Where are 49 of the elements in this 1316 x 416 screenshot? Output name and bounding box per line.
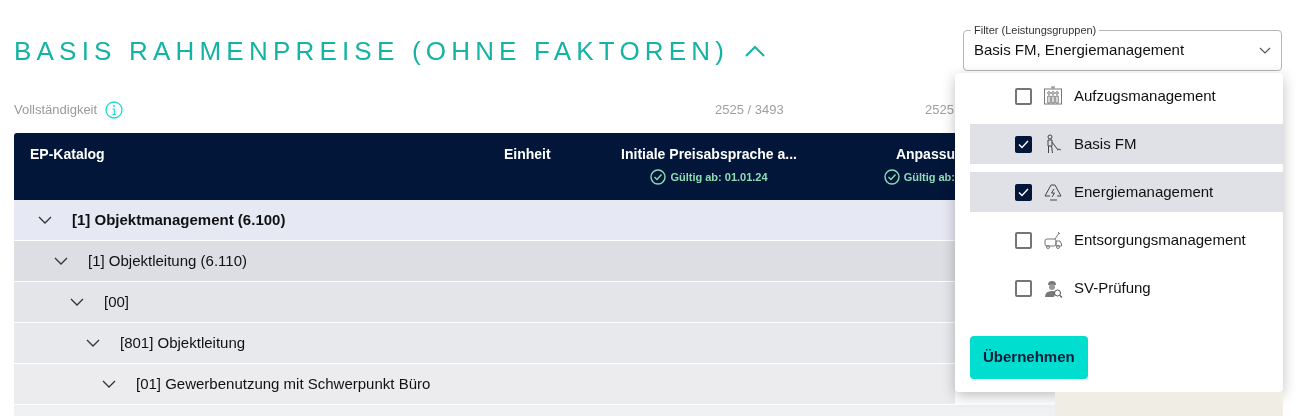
apply-button[interactable]: Übernehmen — [970, 336, 1088, 379]
checkbox[interactable] — [1015, 231, 1032, 249]
column-header[interactable]: Initiale Preisabsprache a... — [621, 145, 797, 163]
valid-from-label: Gültig ab: 01.01.24 — [670, 170, 768, 185]
collapse-chevron-icon[interactable] — [745, 45, 766, 57]
elevator-icon — [1043, 86, 1063, 106]
tree-row[interactable]: [1] Objektleitung (6.110) — [14, 241, 955, 282]
filter-option[interactable]: Basis FM — [970, 124, 1283, 164]
garbage-truck-icon — [1043, 230, 1063, 250]
check-icon — [1018, 187, 1029, 197]
recycle-energy-icon — [1043, 182, 1063, 202]
option-label: Energiemanagement — [1074, 181, 1214, 202]
chevron-down-icon[interactable] — [54, 257, 68, 265]
tree-row[interactable]: [00] — [14, 282, 955, 323]
row-label: [1] Objektleitung (6.110) — [88, 250, 247, 271]
tree-row[interactable]: [801] Objektleitung — [14, 323, 955, 364]
completeness-label: Vollständigkeit — [14, 101, 98, 119]
row-label: [1] Objektmanagement (6.100) — [72, 209, 286, 230]
row-label: [00] — [104, 291, 130, 312]
column-header[interactable]: Anpassu — [895, 145, 955, 163]
chevron-down-icon[interactable] — [86, 339, 100, 347]
inspector-icon — [1043, 278, 1063, 298]
option-label: Aufzugsmanagement — [1074, 85, 1216, 106]
checkbox[interactable] — [1015, 87, 1032, 105]
tree-row[interactable]: [1] Objektmanagement (6.100) — [14, 200, 955, 241]
valid-from-label: Gültig ab: — [903, 170, 955, 185]
checkbox[interactable] — [1015, 183, 1032, 201]
check-circle-icon — [883, 169, 900, 186]
option-label: Basis FM — [1074, 133, 1137, 154]
chevron-down-icon[interactable] — [38, 216, 52, 224]
check-icon — [1018, 139, 1029, 149]
filter-option[interactable]: Energiemanagement — [970, 172, 1283, 212]
checkbox[interactable] — [1015, 135, 1032, 153]
filter-value: Basis FM, Energiemanagement — [974, 40, 1185, 61]
option-label: Entsorgungsmanagement — [1074, 229, 1246, 250]
completeness-count: 2525 / 3493 — [715, 101, 784, 119]
option-label: SV-Prüfung — [1074, 277, 1151, 298]
tree-row[interactable]: [01] Gewerbenutzung mit Schwerpunkt Büro — [14, 364, 955, 405]
section-title: BASIS RAHMENPREISE (OHNE FAKTOREN) — [14, 34, 730, 68]
column-header[interactable]: Einheit — [504, 145, 551, 163]
chevron-down-icon[interactable] — [102, 380, 116, 388]
completeness-count: 2525 — [925, 101, 954, 119]
chevron-down-icon[interactable] — [70, 298, 84, 306]
column-header[interactable]: EP-Katalog — [30, 145, 105, 163]
row-label: [01] Gewerbenutzung mit Schwerpunkt Büro — [136, 373, 431, 394]
checkbox[interactable] — [1015, 279, 1032, 297]
chevron-down-icon — [1259, 47, 1271, 54]
row-label: [801] Objektleitung — [120, 332, 246, 353]
check-circle-icon — [650, 169, 667, 186]
